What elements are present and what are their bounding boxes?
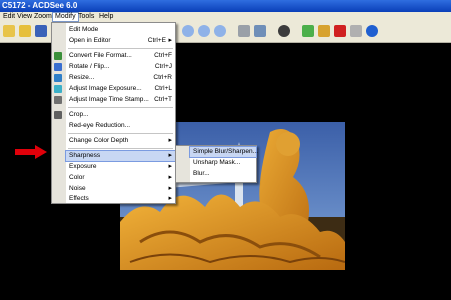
menu-item-change-color-depth[interactable]: Change Color Depth ▸ <box>66 136 175 146</box>
save-icon[interactable] <box>35 25 47 37</box>
submenu-arrow-icon: ▸ <box>168 137 172 144</box>
convert-icon <box>54 52 62 60</box>
menu-item-effects[interactable]: Effects ▸ <box>66 195 175 202</box>
menu-item-label: Resize... <box>69 74 95 81</box>
menu-item-open-in-editor[interactable]: Open in Editor Ctrl+E ▸ <box>66 36 175 46</box>
delete-icon[interactable] <box>334 25 346 37</box>
zoom-fit-icon[interactable] <box>214 25 226 37</box>
menu-separator <box>68 107 173 108</box>
menu-item-label: Crop... <box>69 111 89 118</box>
menu-item-label: Sharpness <box>69 152 101 159</box>
menu-item-shortcut: Ctrl+L <box>154 85 172 92</box>
menu-item-label: Simple Blur/Sharpen... <box>193 148 259 155</box>
menu-item-label: Rotate / Flip... <box>69 63 110 70</box>
submenu-item-blur[interactable]: Blur... <box>190 169 256 179</box>
menu-item-color[interactable]: Color ▸ <box>66 173 175 183</box>
menu-item-red-eye-reduction[interactable]: Red-eye Reduction... <box>66 121 175 131</box>
menu-item-shortcut: Ctrl+R <box>153 74 172 81</box>
menu-item-convert-file-format[interactable]: Convert File Format... Ctrl+F <box>54 51 175 61</box>
menu-modify[interactable]: Modify <box>52 12 79 22</box>
submenu-arrow-icon: ▸ <box>168 185 172 192</box>
red-pointer-arrow-icon <box>15 145 47 159</box>
camera-icon[interactable] <box>278 25 290 37</box>
previous-icon[interactable] <box>302 25 314 37</box>
menu-item-label: Noise <box>69 185 86 192</box>
menu-help[interactable]: Help <box>97 13 115 20</box>
submenu-arrow-icon: ▸ <box>168 152 172 159</box>
menu-item-label: Red-eye Reduction... <box>69 122 131 129</box>
window-title: C5172 - ACDSee 6.0 <box>2 1 78 10</box>
menu-item-label: Blur... <box>193 170 210 177</box>
menu-tools[interactable]: Tools <box>76 13 96 20</box>
print-icon[interactable] <box>238 25 250 37</box>
crop-icon <box>54 111 62 119</box>
menu-item-label: Color <box>69 174 85 181</box>
modify-menu: Edit Mode Open in Editor Ctrl+E ▸ Conver… <box>51 22 176 204</box>
submenu-arrow-icon: ▸ <box>168 37 172 44</box>
zoom-in-icon[interactable] <box>182 25 194 37</box>
menu-item-adjust-image-time-stamp[interactable]: Adjust Image Time Stamp... Ctrl+T <box>54 95 175 105</box>
zoom-out-icon[interactable] <box>198 25 210 37</box>
menu-item-exposure[interactable]: Exposure ▸ <box>66 162 175 172</box>
menu-icon-strip <box>176 146 190 182</box>
submenu-item-simple-blur-sharpen[interactable]: Simple Blur/Sharpen... <box>189 146 259 158</box>
menu-item-shortcut: Ctrl+T <box>154 96 172 103</box>
timestamp-icon <box>54 96 62 104</box>
submenu-arrow-icon: ▸ <box>168 195 172 202</box>
menu-item-shortcut: Ctrl+F <box>154 52 172 59</box>
window-title-bar: C5172 - ACDSee 6.0 <box>0 0 451 12</box>
menu-item-label: Convert File Format... <box>69 52 132 59</box>
menu-item-adjust-image-exposure[interactable]: Adjust Image Exposure... Ctrl+L <box>54 84 175 94</box>
menu-item-shortcut: Ctrl+J <box>154 63 172 70</box>
menu-item-sharpness[interactable]: Sharpness ▸ <box>65 150 176 162</box>
menu-item-label: Adjust Image Time Stamp... <box>69 96 149 103</box>
open-folder-icon[interactable] <box>3 25 15 37</box>
menu-item-noise[interactable]: Noise ▸ <box>66 184 175 194</box>
next-icon[interactable] <box>318 25 330 37</box>
folder-icon[interactable] <box>19 25 31 37</box>
submenu-item-unsharp-mask[interactable]: Unsharp Mask... <box>190 158 256 168</box>
menu-item-label: Exposure <box>69 163 97 170</box>
exposure-icon <box>54 85 62 93</box>
menu-item-crop[interactable]: Crop... <box>54 110 175 120</box>
submenu-arrow-icon: ▸ <box>168 163 172 170</box>
menu-bar: Edit View Zoom Modify Tools Help <box>0 12 451 22</box>
menu-separator <box>68 48 173 49</box>
menu-item-resize[interactable]: Resize... Ctrl+R <box>54 73 175 83</box>
resize-icon <box>54 74 62 82</box>
menu-item-label: Adjust Image Exposure... <box>69 85 142 92</box>
menu-separator <box>68 133 173 134</box>
scanner-icon[interactable] <box>254 25 266 37</box>
rotate-icon <box>54 63 62 71</box>
menu-item-rotate-flip[interactable]: Rotate / Flip... Ctrl+J <box>54 62 175 72</box>
menu-item-label: Open in Editor <box>69 37 111 44</box>
menu-item-label: Change Color Depth <box>69 137 129 144</box>
menu-item-label: Unsharp Mask... <box>193 159 241 166</box>
menu-item-edit-mode[interactable]: Edit Mode <box>66 25 175 35</box>
submenu-arrow-icon: ▸ <box>168 174 172 181</box>
menu-item-shortcut: Ctrl+E <box>147 37 166 44</box>
menu-separator <box>68 148 173 149</box>
properties-icon[interactable] <box>350 25 362 37</box>
menu-item-label: Effects <box>69 195 89 202</box>
menu-zoom[interactable]: Zoom <box>32 13 54 20</box>
help-icon[interactable] <box>366 25 378 37</box>
menu-item-label: Edit Mode <box>69 26 99 33</box>
sharpness-submenu: Simple Blur/Sharpen... Unsharp Mask... B… <box>175 145 259 183</box>
